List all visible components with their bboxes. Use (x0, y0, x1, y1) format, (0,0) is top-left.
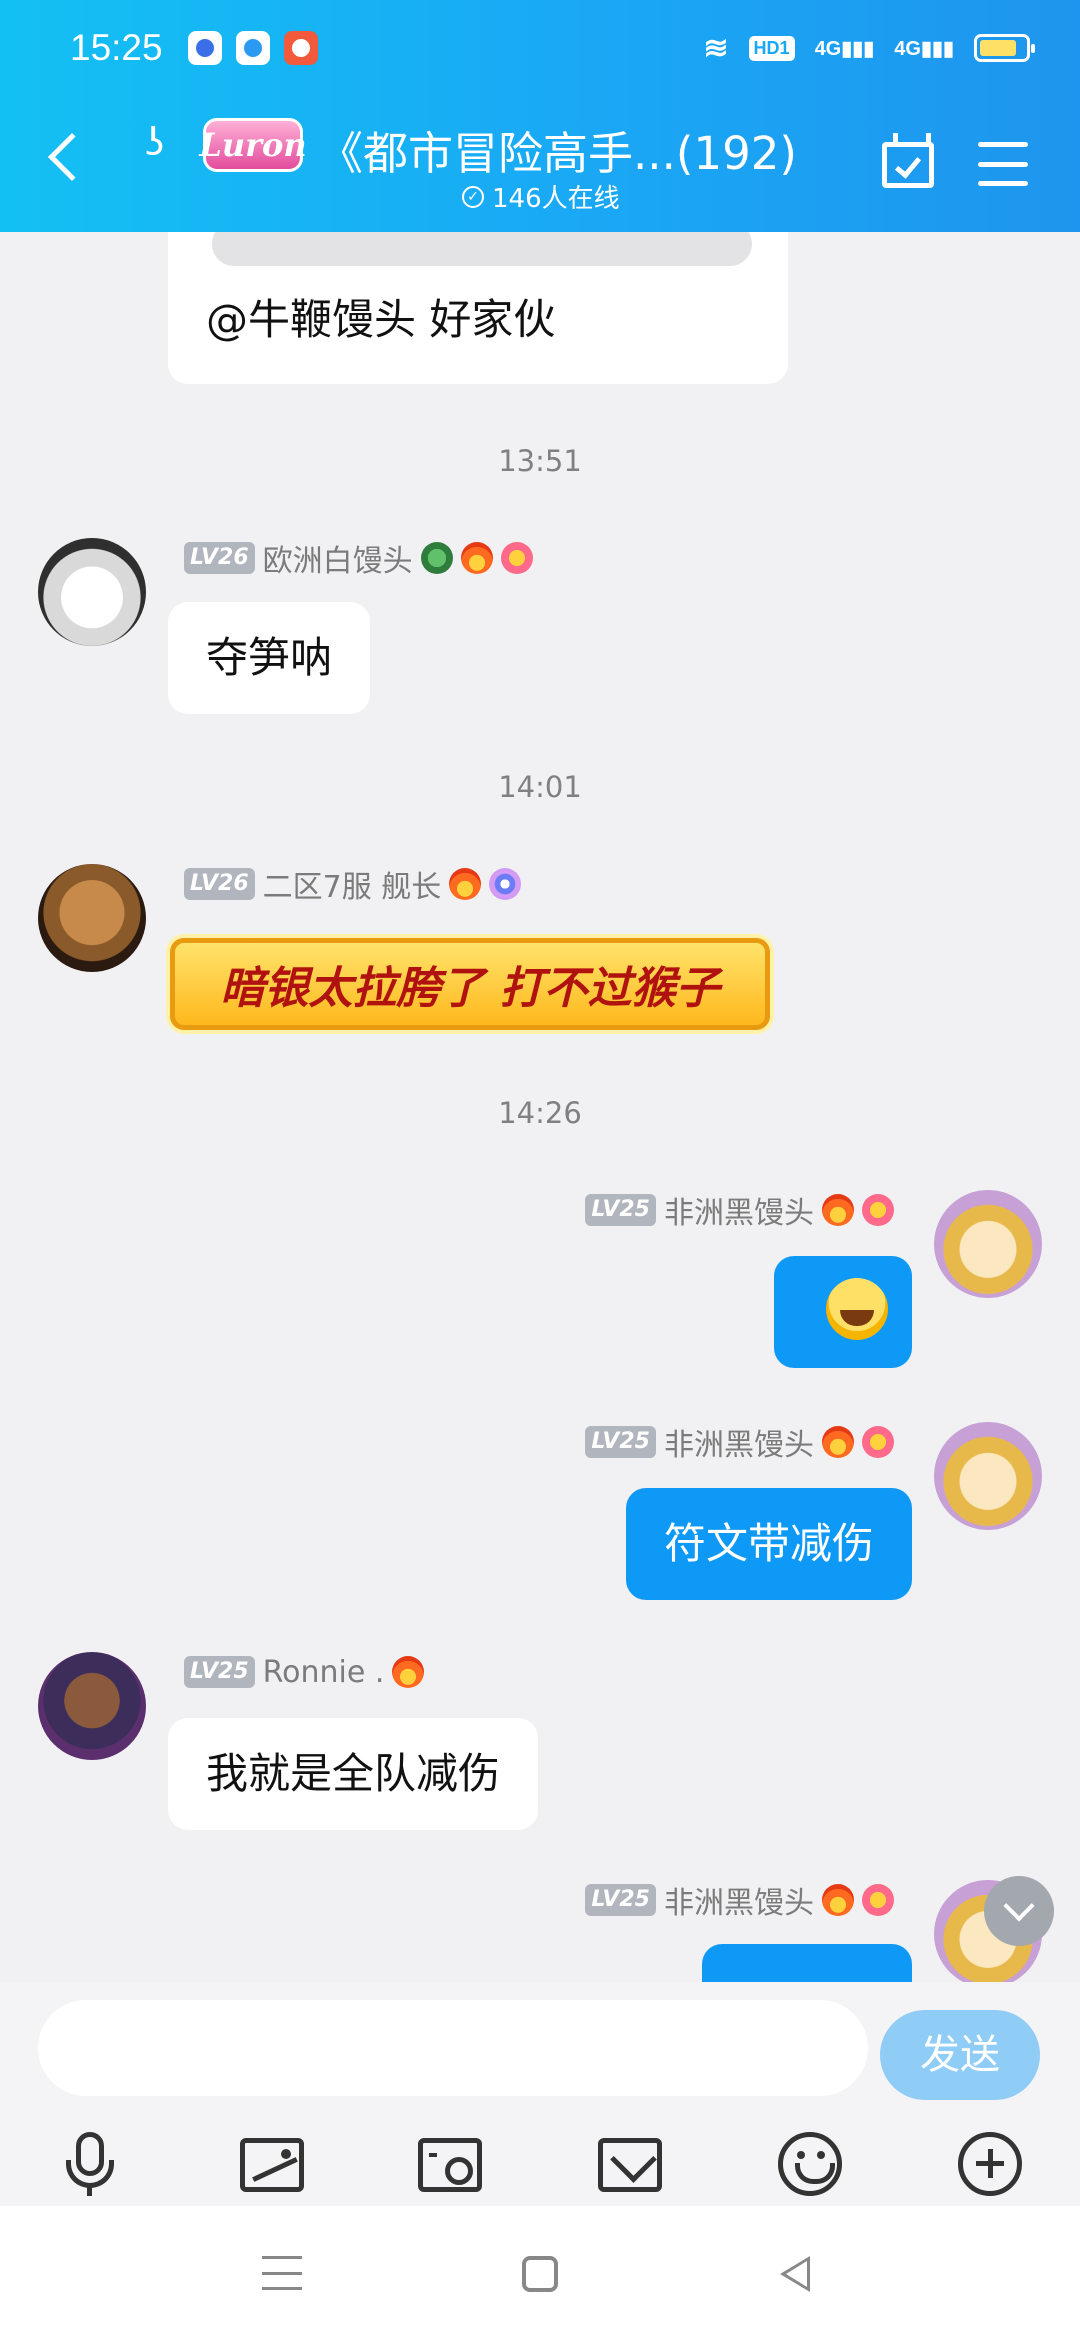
check-circle-icon: ✓ (462, 185, 484, 208)
baidu-app-icon (188, 31, 222, 65)
fancy-message-bubble[interactable]: 暗银太拉胯了 打不过猴子 (170, 938, 770, 1030)
sender-meta: LV25 非洲黑馒头 (585, 1192, 894, 1231)
flower-badge-icon (862, 1194, 894, 1226)
wifi-icon: ≋ (703, 31, 729, 65)
flower-badge-icon (862, 1884, 894, 1916)
fire-badge-icon (460, 542, 493, 574)
timestamp: 14:01 (498, 770, 582, 804)
menu-icon[interactable] (978, 142, 1028, 186)
signal-icon: 4G▮▮▮ (894, 37, 954, 60)
message-bubble[interactable]: 我就是全队减伤 (168, 1718, 539, 1830)
recent-apps-icon[interactable] (262, 2256, 302, 2290)
message-bubble[interactable]: @牛鞭馒头 好家伙 (168, 232, 788, 384)
sender-meta: LV26 欧洲白馒头 (184, 540, 533, 579)
status-app-icons (188, 20, 332, 76)
app-icon (284, 31, 318, 65)
emoji-icon[interactable] (778, 2132, 842, 2196)
scroll-down-button[interactable] (984, 1876, 1054, 1946)
earpiece-icon[interactable]: ʖ (145, 120, 164, 164)
message-bubble[interactable]: 符文带减伤 (625, 1488, 912, 1600)
microphone-icon[interactable] (58, 2132, 122, 2196)
emoji-message-bubble[interactable] (774, 1256, 912, 1368)
camera-icon[interactable] (418, 2138, 482, 2192)
input-bar: 发送 (0, 1982, 1080, 2206)
sender-name[interactable]: 非洲黑馒头 (664, 1420, 814, 1464)
fire-badge-icon (822, 1194, 854, 1226)
level-badge: LV25 (585, 1426, 656, 1458)
back-nav-icon[interactable] (780, 2256, 810, 2292)
level-badge: LV25 (184, 1656, 255, 1688)
online-count: ✓ 146人在线 (462, 178, 620, 215)
message-input[interactable] (38, 2000, 868, 2096)
chat-header: 15:25 ≋ HD1 4G▮▮▮ 4G▮▮▮ ʖ Luron 《都市冒险高手.… (0, 0, 1080, 232)
level-badge: LV26 (184, 868, 255, 900)
add-icon[interactable] (958, 2132, 1022, 2196)
sender-meta: LV26 二区7服 舰长 (184, 866, 522, 905)
sender-name[interactable]: 非洲黑馒头 (664, 1878, 814, 1922)
fire-badge-icon (822, 1884, 854, 1916)
status-system: ≋ HD1 4G▮▮▮ 4G▮▮▮ (703, 20, 1035, 76)
sender-meta: LV25 Ronnie . (184, 1654, 425, 1690)
envelope-icon[interactable] (598, 2138, 662, 2192)
level-badge: LV25 (585, 1884, 656, 1916)
fire-badge-icon (449, 868, 482, 900)
chevron-down-icon (1003, 1890, 1035, 1922)
avatar[interactable] (38, 864, 146, 972)
chat-list[interactable]: @牛鞭馒头 好家伙 13:51 LV26 欧洲白馒头 夺笋呐 14:01 LV2… (0, 232, 1080, 1982)
message-bubble[interactable] (702, 1944, 912, 1982)
calendar-check-icon[interactable] (882, 133, 934, 188)
group-logo: Luron (199, 118, 307, 172)
battery-icon (974, 34, 1035, 62)
level-badge: LV25 (585, 1194, 656, 1226)
flower-badge-icon (500, 542, 533, 574)
avatar[interactable] (38, 538, 146, 646)
signal-icon: 4G▮▮▮ (814, 37, 875, 60)
group-title[interactable]: 《都市冒险高手...(192) (318, 117, 797, 182)
dragon-badge-icon (420, 542, 453, 574)
hd-badge: HD1 (748, 35, 795, 61)
message-bubble[interactable]: 夺笋呐 (168, 602, 371, 714)
system-nav-bar (0, 2206, 1080, 2340)
flower-badge-icon (862, 1426, 894, 1458)
fire-badge-icon (822, 1426, 854, 1458)
timestamp: 13:51 (498, 444, 582, 478)
avatar[interactable] (38, 1652, 146, 1760)
status-time: 15:25 (70, 27, 163, 68)
swirl-badge-icon (489, 868, 522, 900)
sender-meta: LV25 非洲黑馒头 (585, 1882, 894, 1921)
level-badge: LV26 (184, 542, 255, 574)
home-icon[interactable] (522, 2256, 558, 2292)
sender-name[interactable]: 非洲黑馒头 (664, 1188, 814, 1232)
sender-name[interactable]: Ronnie . (263, 1655, 385, 1690)
sender-name[interactable]: 欧洲白馒头 (263, 536, 413, 580)
sender-name[interactable]: 二区7服 舰长 (263, 862, 442, 906)
image-icon[interactable] (240, 2138, 304, 2192)
avatar[interactable] (934, 1422, 1042, 1530)
sender-meta: LV25 非洲黑馒头 (585, 1424, 894, 1463)
laughing-tears-emoji (826, 1278, 888, 1340)
back-icon[interactable] (47, 132, 97, 182)
quoted-message (212, 232, 752, 266)
timestamp: 14:26 (498, 1096, 582, 1130)
app-icon (236, 31, 270, 65)
fire-badge-icon (392, 1656, 425, 1688)
send-button[interactable]: 发送 (880, 2010, 1040, 2100)
avatar[interactable] (934, 1190, 1042, 1298)
